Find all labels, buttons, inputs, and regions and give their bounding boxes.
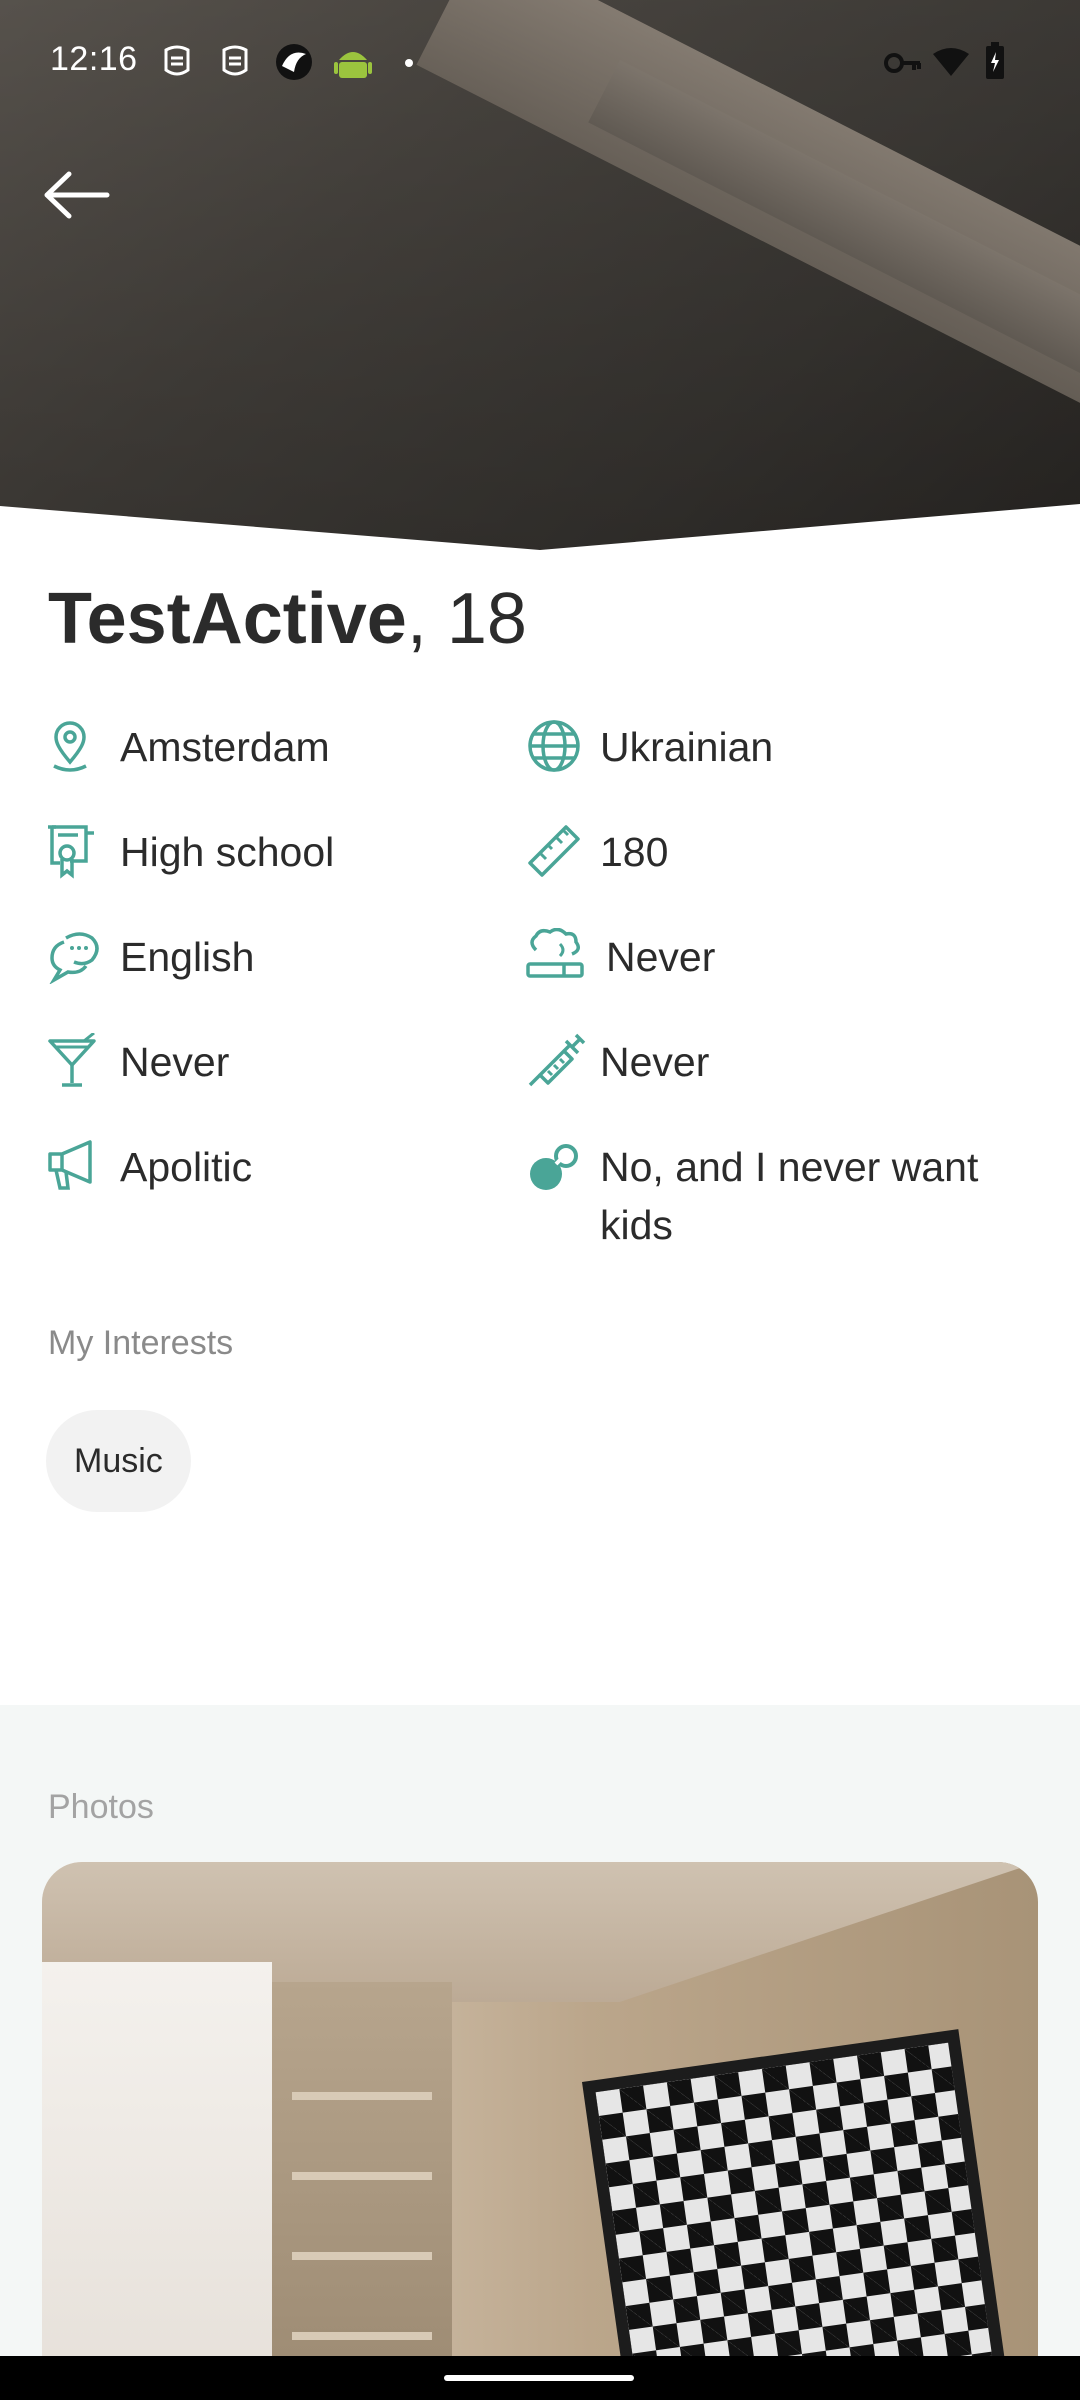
- cigarette-icon: [526, 928, 584, 978]
- system-navigation-bar: [0, 2356, 1080, 2400]
- detail-location: Amsterdam: [46, 718, 330, 776]
- notification-mask-icon: [164, 45, 190, 76]
- detail-kids: No, and I never want kids: [526, 1138, 1036, 1254]
- diploma-icon: [48, 825, 94, 879]
- photos-heading: Photos: [48, 1788, 154, 1826]
- detail-smoking: Never: [526, 928, 715, 986]
- detail-height-text: 180: [600, 829, 669, 875]
- profile-age: , 18: [406, 579, 527, 659]
- profile-photo[interactable]: [42, 1862, 1038, 2400]
- megaphone-icon: [48, 1140, 92, 1190]
- battery-charging-icon: [986, 42, 1004, 79]
- notification-app-icon: [276, 44, 312, 80]
- detail-nationality-text: Ukrainian: [600, 724, 774, 770]
- globe-icon: [528, 720, 580, 772]
- detail-drinking-text: Never: [120, 1039, 230, 1085]
- status-bar: 12:16: [0, 0, 1080, 120]
- android-icon: [334, 52, 372, 78]
- photo-checkerboard: [582, 2029, 1006, 2400]
- home-gesture-handle[interactable]: [444, 2375, 634, 2381]
- detail-height: 180: [526, 823, 668, 881]
- status-time: 12:16: [50, 40, 138, 78]
- detail-politics-text: Apolitic: [120, 1144, 253, 1190]
- vpn-key-icon: [884, 53, 921, 73]
- detail-drugs: Never: [526, 1033, 709, 1091]
- detail-education: High school: [46, 823, 334, 881]
- profile-name: TestActive: [48, 579, 407, 659]
- pacifier-icon: [530, 1144, 578, 1190]
- chat-bubbles-icon: [49, 932, 99, 984]
- back-button[interactable]: [36, 160, 116, 230]
- interests-heading: My Interests: [48, 1324, 234, 1362]
- hero-bottom-curve: [0, 504, 1080, 560]
- ruler-icon: [528, 825, 580, 877]
- detail-drugs-text: Never: [600, 1039, 710, 1085]
- profile-name-age: TestActive, 18: [48, 578, 527, 660]
- location-pin-icon: [53, 721, 87, 772]
- detail-location-text: Amsterdam: [120, 724, 330, 770]
- detail-drinking: Never: [46, 1033, 229, 1091]
- photo-bookshelf: [272, 1982, 452, 2400]
- photo-window: [42, 1962, 272, 2400]
- detail-education-text: High school: [120, 829, 335, 875]
- detail-nationality: Ukrainian: [526, 718, 773, 776]
- detail-smoking-text: Never: [606, 934, 716, 980]
- detail-politics: Apolitic: [46, 1138, 252, 1196]
- wifi-icon: [933, 48, 969, 76]
- detail-language: English: [46, 928, 254, 986]
- more-notifications-dot-icon: [405, 59, 413, 67]
- detail-kids-text: No, and I never want kids: [600, 1144, 979, 1248]
- interest-chip: Music: [46, 1410, 191, 1512]
- cocktail-icon: [48, 1033, 96, 1087]
- notification-mask-icon: [222, 45, 248, 76]
- syringe-icon: [528, 1033, 586, 1087]
- detail-language-text: English: [120, 934, 255, 980]
- arrow-left-icon: [44, 171, 110, 219]
